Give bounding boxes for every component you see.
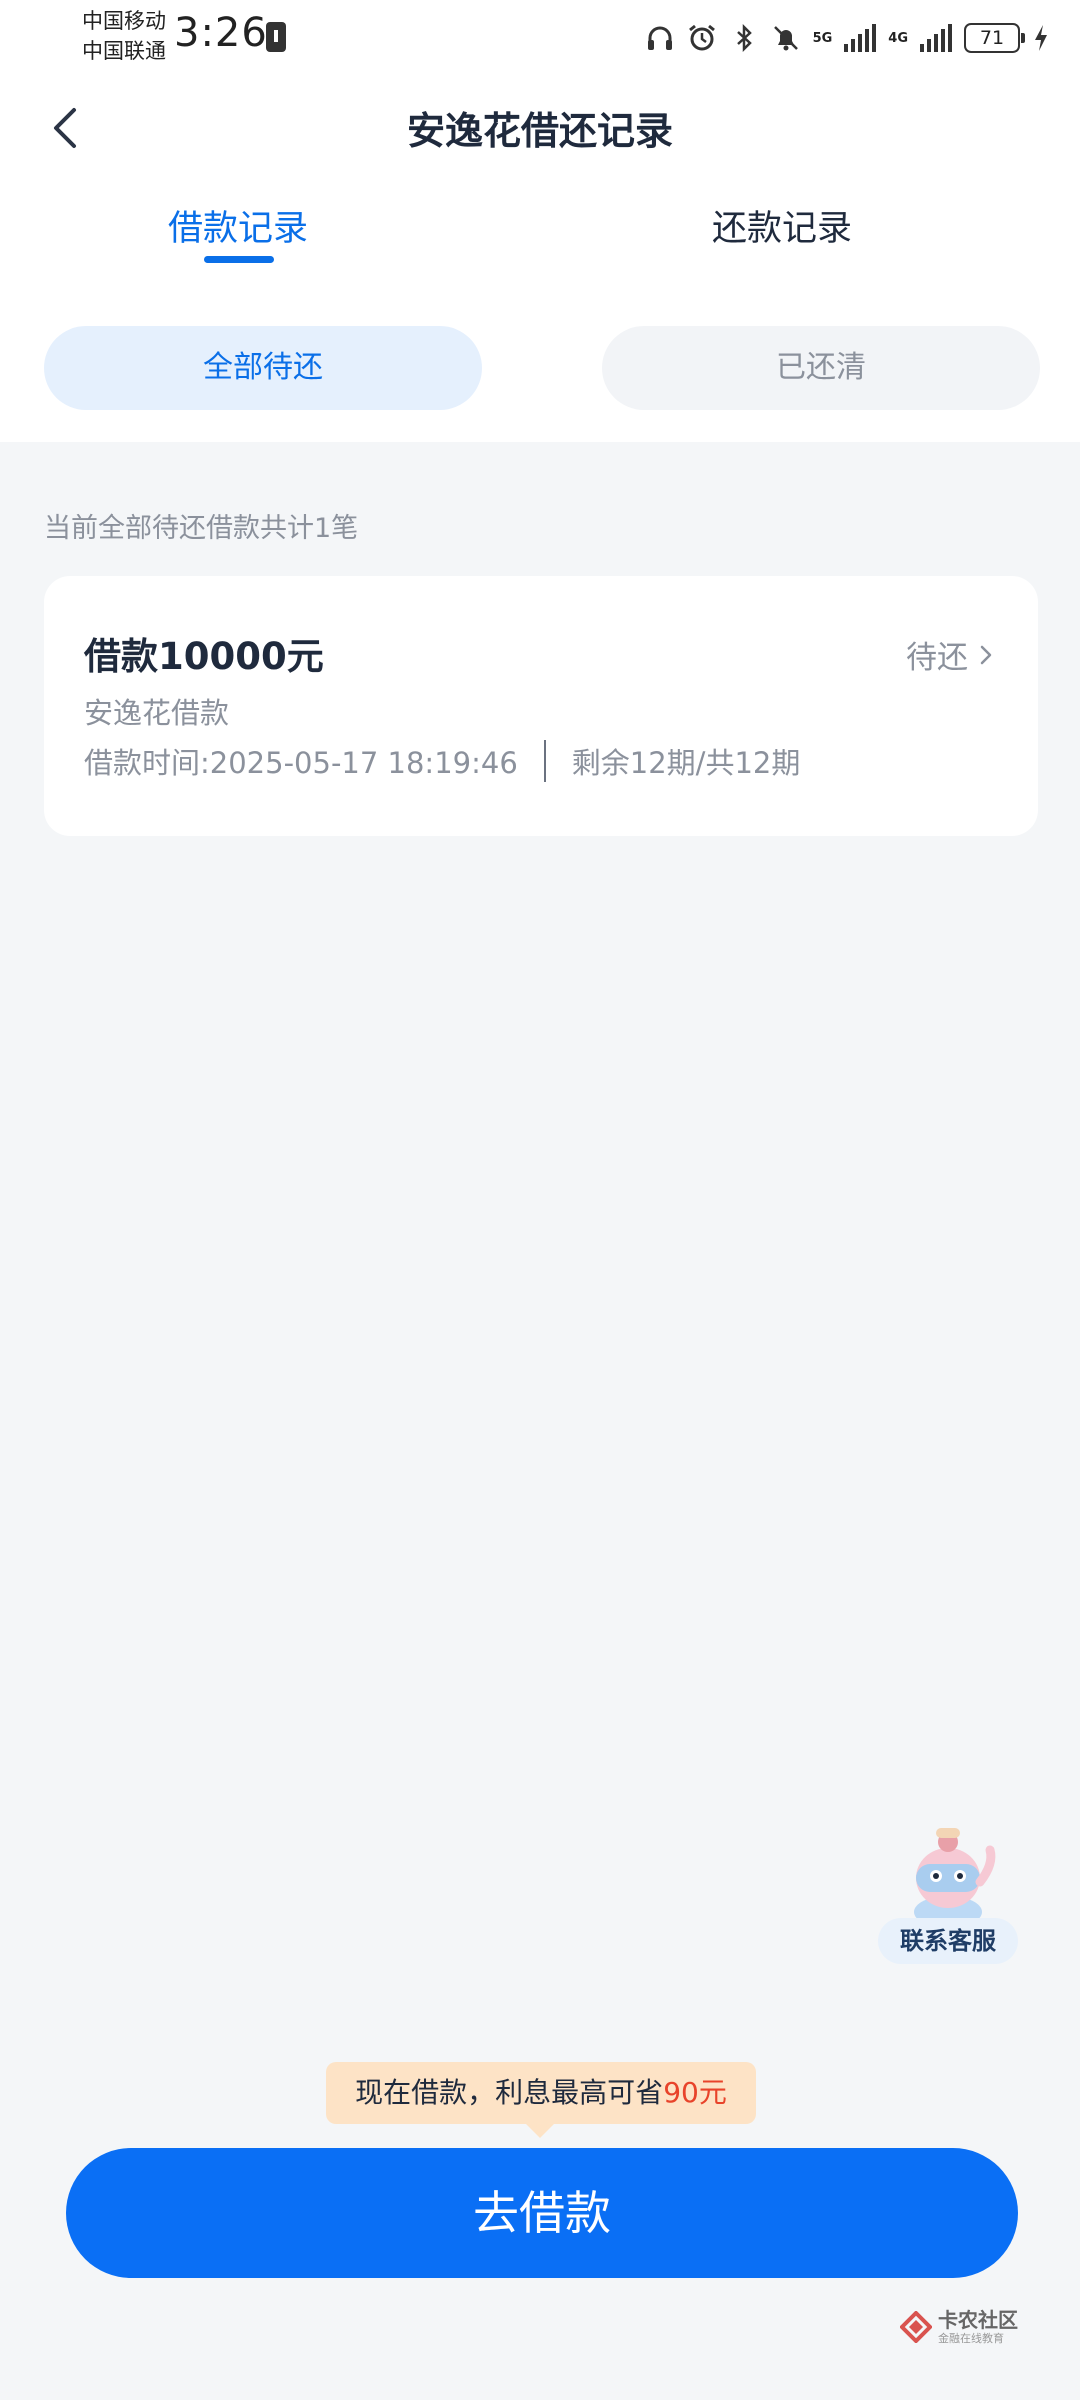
loan-amount: 借款10000元 — [84, 635, 324, 678]
alarm-icon — [688, 24, 715, 51]
customer-service-button[interactable]: 联系客服 — [872, 1820, 1024, 1968]
headphones-icon — [647, 26, 672, 50]
filter-all-pending[interactable]: 全部待还 — [44, 326, 482, 410]
borrow-now-button[interactable]: 去借款 — [66, 2148, 1018, 2278]
loan-meta: 借款时间:2025-05-17 18:19:46 剩余12期/共12期 — [84, 740, 800, 782]
loan-card[interactable]: 借款10000元 待还 安逸花借款 借款时间:2025-05-17 18:19:… — [44, 576, 1038, 836]
chevron-right-icon — [980, 645, 992, 664]
signal-1-icon — [844, 24, 877, 52]
promo-text: 现在借款，利息最高可省 — [355, 2076, 664, 2109]
pending-summary: 当前全部待还借款共计1笔 — [44, 513, 359, 544]
promo-highlight: 90元 — [663, 2076, 727, 2109]
kanong-logo-icon — [900, 2311, 932, 2343]
signal-2-icon — [920, 24, 952, 52]
battery-icon: 71 — [964, 23, 1025, 53]
active-tab-indicator — [204, 256, 274, 263]
sim-card-icon — [266, 22, 286, 52]
network-5g-label: 5G — [812, 30, 833, 46]
promo-tooltip: 现在借款，利息最高可省90元 — [326, 2062, 756, 2138]
watermark-logo: 卡农社区 金融在线教育 — [900, 2310, 1018, 2344]
loan-status-label: 待还 — [906, 640, 968, 676]
loan-time: 借款时间:2025-05-17 18:19:46 — [84, 746, 518, 780]
filter-paid-off[interactable]: 已还清 — [602, 326, 1040, 410]
page-title: 安逸花借还记录 — [406, 109, 673, 153]
network-4g-label: 4G — [888, 30, 908, 46]
bluetooth-icon — [736, 23, 752, 53]
status-time: 3:26 — [174, 10, 268, 56]
loan-periods: 剩余12期/共12期 — [571, 746, 801, 780]
loan-product: 安逸花借款 — [84, 696, 230, 730]
watermark-title: 卡农社区 — [938, 2308, 1018, 2332]
charging-icon — [1035, 25, 1047, 51]
carrier-1: 中国移动 — [82, 9, 166, 33]
loan-status: 待还 — [906, 632, 994, 677]
customer-service-label: 联系客服 — [878, 1918, 1018, 1964]
tab-borrow-records[interactable]: 借款记录 — [168, 200, 308, 280]
bell-muted-icon — [773, 26, 798, 51]
meta-divider — [543, 740, 546, 782]
carrier-2: 中国联通 — [82, 39, 166, 63]
tab-repay-records[interactable]: 还款记录 — [712, 200, 852, 280]
mascot-icon — [914, 1828, 996, 1928]
system-icons: 5G 4G 71 — [645, 18, 1050, 58]
watermark-subtitle: 金融在线教育 — [938, 2332, 1004, 2345]
carrier-names: 中国移动 中国联通 — [82, 6, 166, 66]
status-bar: 中国移动 中国联通 3:26 5G 4G 71 — [0, 0, 1080, 80]
